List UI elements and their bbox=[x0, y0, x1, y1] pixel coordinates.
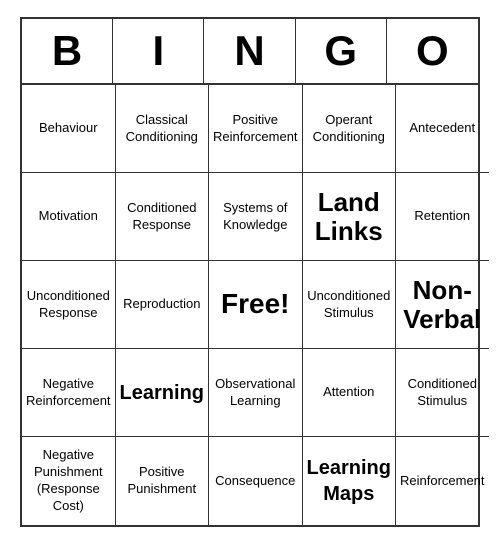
bingo-cell-8: Land Links bbox=[303, 173, 396, 261]
bingo-cell-23: Learning Maps bbox=[303, 437, 396, 525]
bingo-cell-3: Operant Conditioning bbox=[303, 85, 396, 173]
bingo-cell-6: Conditioned Response bbox=[116, 173, 209, 261]
bingo-cell-24: Reinforcement bbox=[396, 437, 489, 525]
bingo-cell-11: Reproduction bbox=[116, 261, 209, 349]
bingo-cell-16: Learning bbox=[116, 349, 209, 437]
bingo-cell-12: Free! bbox=[209, 261, 303, 349]
bingo-cell-4: Antecedent bbox=[396, 85, 489, 173]
bingo-cell-7: Systems of Knowledge bbox=[209, 173, 303, 261]
bingo-grid: BehaviourClassical ConditioningPositive … bbox=[22, 85, 478, 525]
bingo-cell-2: Positive Reinforcement bbox=[209, 85, 303, 173]
bingo-cell-1: Classical Conditioning bbox=[116, 85, 209, 173]
bingo-card: BINGO BehaviourClassical ConditioningPos… bbox=[20, 17, 480, 527]
bingo-cell-10: Unconditioned Response bbox=[22, 261, 116, 349]
bingo-cell-14: Non-Verbal bbox=[396, 261, 489, 349]
bingo-header: BINGO bbox=[22, 19, 478, 85]
bingo-letter-n: N bbox=[204, 19, 295, 83]
bingo-cell-0: Behaviour bbox=[22, 85, 116, 173]
bingo-cell-21: Positive Punishment bbox=[116, 437, 209, 525]
bingo-cell-18: Attention bbox=[303, 349, 396, 437]
bingo-cell-17: Observational Learning bbox=[209, 349, 303, 437]
bingo-cell-15: Negative Reinforcement bbox=[22, 349, 116, 437]
bingo-cell-20: Negative Punishment (Response Cost) bbox=[22, 437, 116, 525]
bingo-letter-o: O bbox=[387, 19, 478, 83]
bingo-cell-19: Conditioned Stimulus bbox=[396, 349, 489, 437]
bingo-letter-b: B bbox=[22, 19, 113, 83]
bingo-cell-13: Unconditioned Stimulus bbox=[303, 261, 396, 349]
bingo-letter-g: G bbox=[296, 19, 387, 83]
bingo-letter-i: I bbox=[113, 19, 204, 83]
bingo-cell-22: Consequence bbox=[209, 437, 303, 525]
bingo-cell-9: Retention bbox=[396, 173, 489, 261]
bingo-cell-5: Motivation bbox=[22, 173, 116, 261]
